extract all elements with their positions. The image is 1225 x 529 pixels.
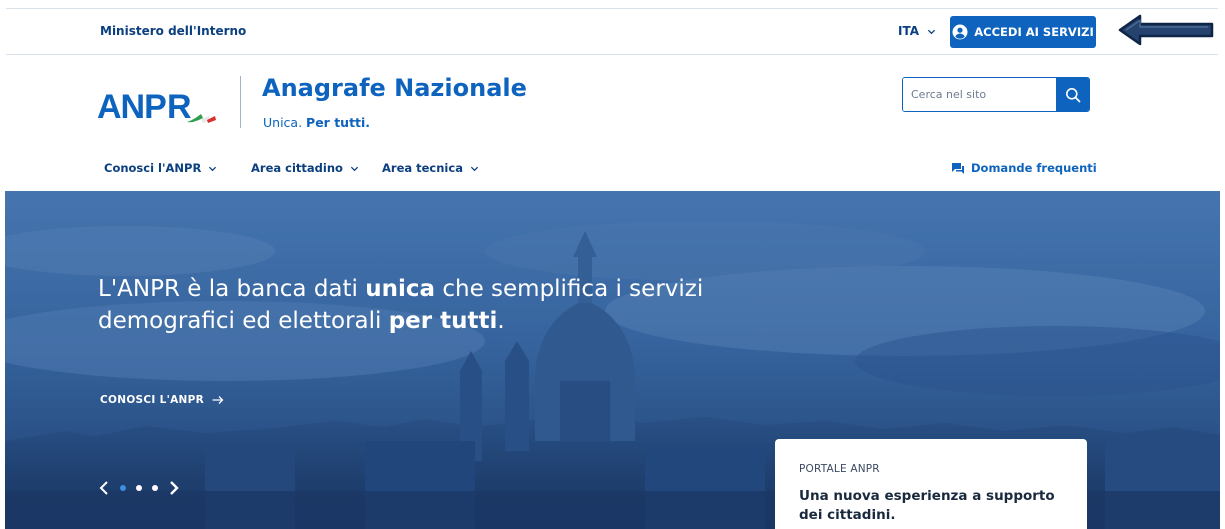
chevron-left-icon[interactable] — [98, 480, 110, 496]
nav-item-area-cittadino[interactable]: Area cittadino — [251, 161, 359, 175]
subtitle-bold: Per tutti. — [306, 115, 371, 130]
search-icon — [1065, 87, 1080, 102]
hero-text-bold: per tutti — [388, 308, 498, 334]
faq-label: Domande frequenti — [971, 161, 1097, 175]
svg-text:R: R — [167, 88, 192, 126]
hero-text-part: . — [497, 308, 505, 334]
nav-item-label: Area tecnica — [382, 161, 463, 175]
site-title[interactable]: Anagrafe Nazionale — [262, 74, 527, 102]
carousel-dot[interactable] — [136, 485, 142, 491]
arrow-right-icon — [212, 396, 224, 404]
carousel-controls — [98, 480, 180, 496]
chevron-down-icon — [927, 29, 936, 34]
card-kicker: PORTALE ANPR — [799, 463, 880, 475]
login-button-label: ACCEDI AI SERVIZI — [974, 25, 1094, 39]
search-button[interactable] — [1056, 78, 1089, 111]
carousel-dot[interactable] — [120, 485, 126, 491]
hero-headline: L'ANPR è la banca dati unica che semplif… — [98, 273, 798, 337]
hero-text-bold: unica — [365, 276, 436, 302]
chevron-down-icon — [470, 166, 479, 171]
hero-cta-label: CONOSCI L'ANPR — [100, 394, 204, 406]
search-form — [902, 77, 1090, 112]
search-input[interactable] — [903, 78, 1056, 111]
language-label: ITA — [898, 24, 920, 38]
language-selector[interactable]: ITA — [898, 24, 936, 38]
main-nav: Conosci l'ANPR Area cittadino Area tecni… — [0, 158, 1225, 182]
chat-icon — [952, 162, 964, 174]
svg-text:ANP: ANP — [97, 88, 166, 126]
site-subtitle: Unica. Per tutti. — [263, 115, 370, 130]
nav-item-area-tecnica[interactable]: Area tecnica — [382, 161, 479, 175]
news-card[interactable]: PORTALE ANPR Una nuova esperienza a supp… — [775, 439, 1087, 529]
chevron-down-icon — [350, 166, 359, 171]
anpr-logo[interactable]: ANP R — [97, 78, 227, 130]
user-circle-icon — [952, 24, 968, 40]
hero-text-part: L'ANPR è la banca dati — [98, 276, 366, 302]
nav-item-label: Area cittadino — [251, 161, 343, 175]
site-header: ANP R Anagrafe Nazionale Unica. Per tutt… — [0, 56, 1225, 146]
chevron-down-icon — [209, 166, 217, 171]
nav-item-label: Conosci l'ANPR — [104, 161, 202, 175]
hero-cta-link[interactable]: CONOSCI L'ANPR — [100, 394, 224, 406]
login-services-button[interactable]: ACCEDI AI SERVIZI — [950, 16, 1096, 48]
carousel-dot[interactable] — [152, 485, 158, 491]
pointer-arrow-icon — [1118, 14, 1214, 46]
header-divider — [240, 76, 241, 128]
top-bar: Ministero dell'Interno ITA ACCEDI AI SER… — [6, 8, 1218, 55]
faq-link[interactable]: Domande frequenti — [951, 161, 1097, 175]
chevron-right-icon[interactable] — [168, 480, 180, 496]
ministry-link[interactable]: Ministero dell'Interno — [100, 24, 246, 38]
nav-item-conosci[interactable]: Conosci l'ANPR — [104, 161, 217, 175]
subtitle-plain: Unica. — [263, 115, 303, 130]
hero-carousel: L'ANPR è la banca dati unica che semplif… — [5, 191, 1220, 529]
card-title[interactable]: Una nuova esperienza a supporto dei citt… — [799, 487, 1063, 525]
